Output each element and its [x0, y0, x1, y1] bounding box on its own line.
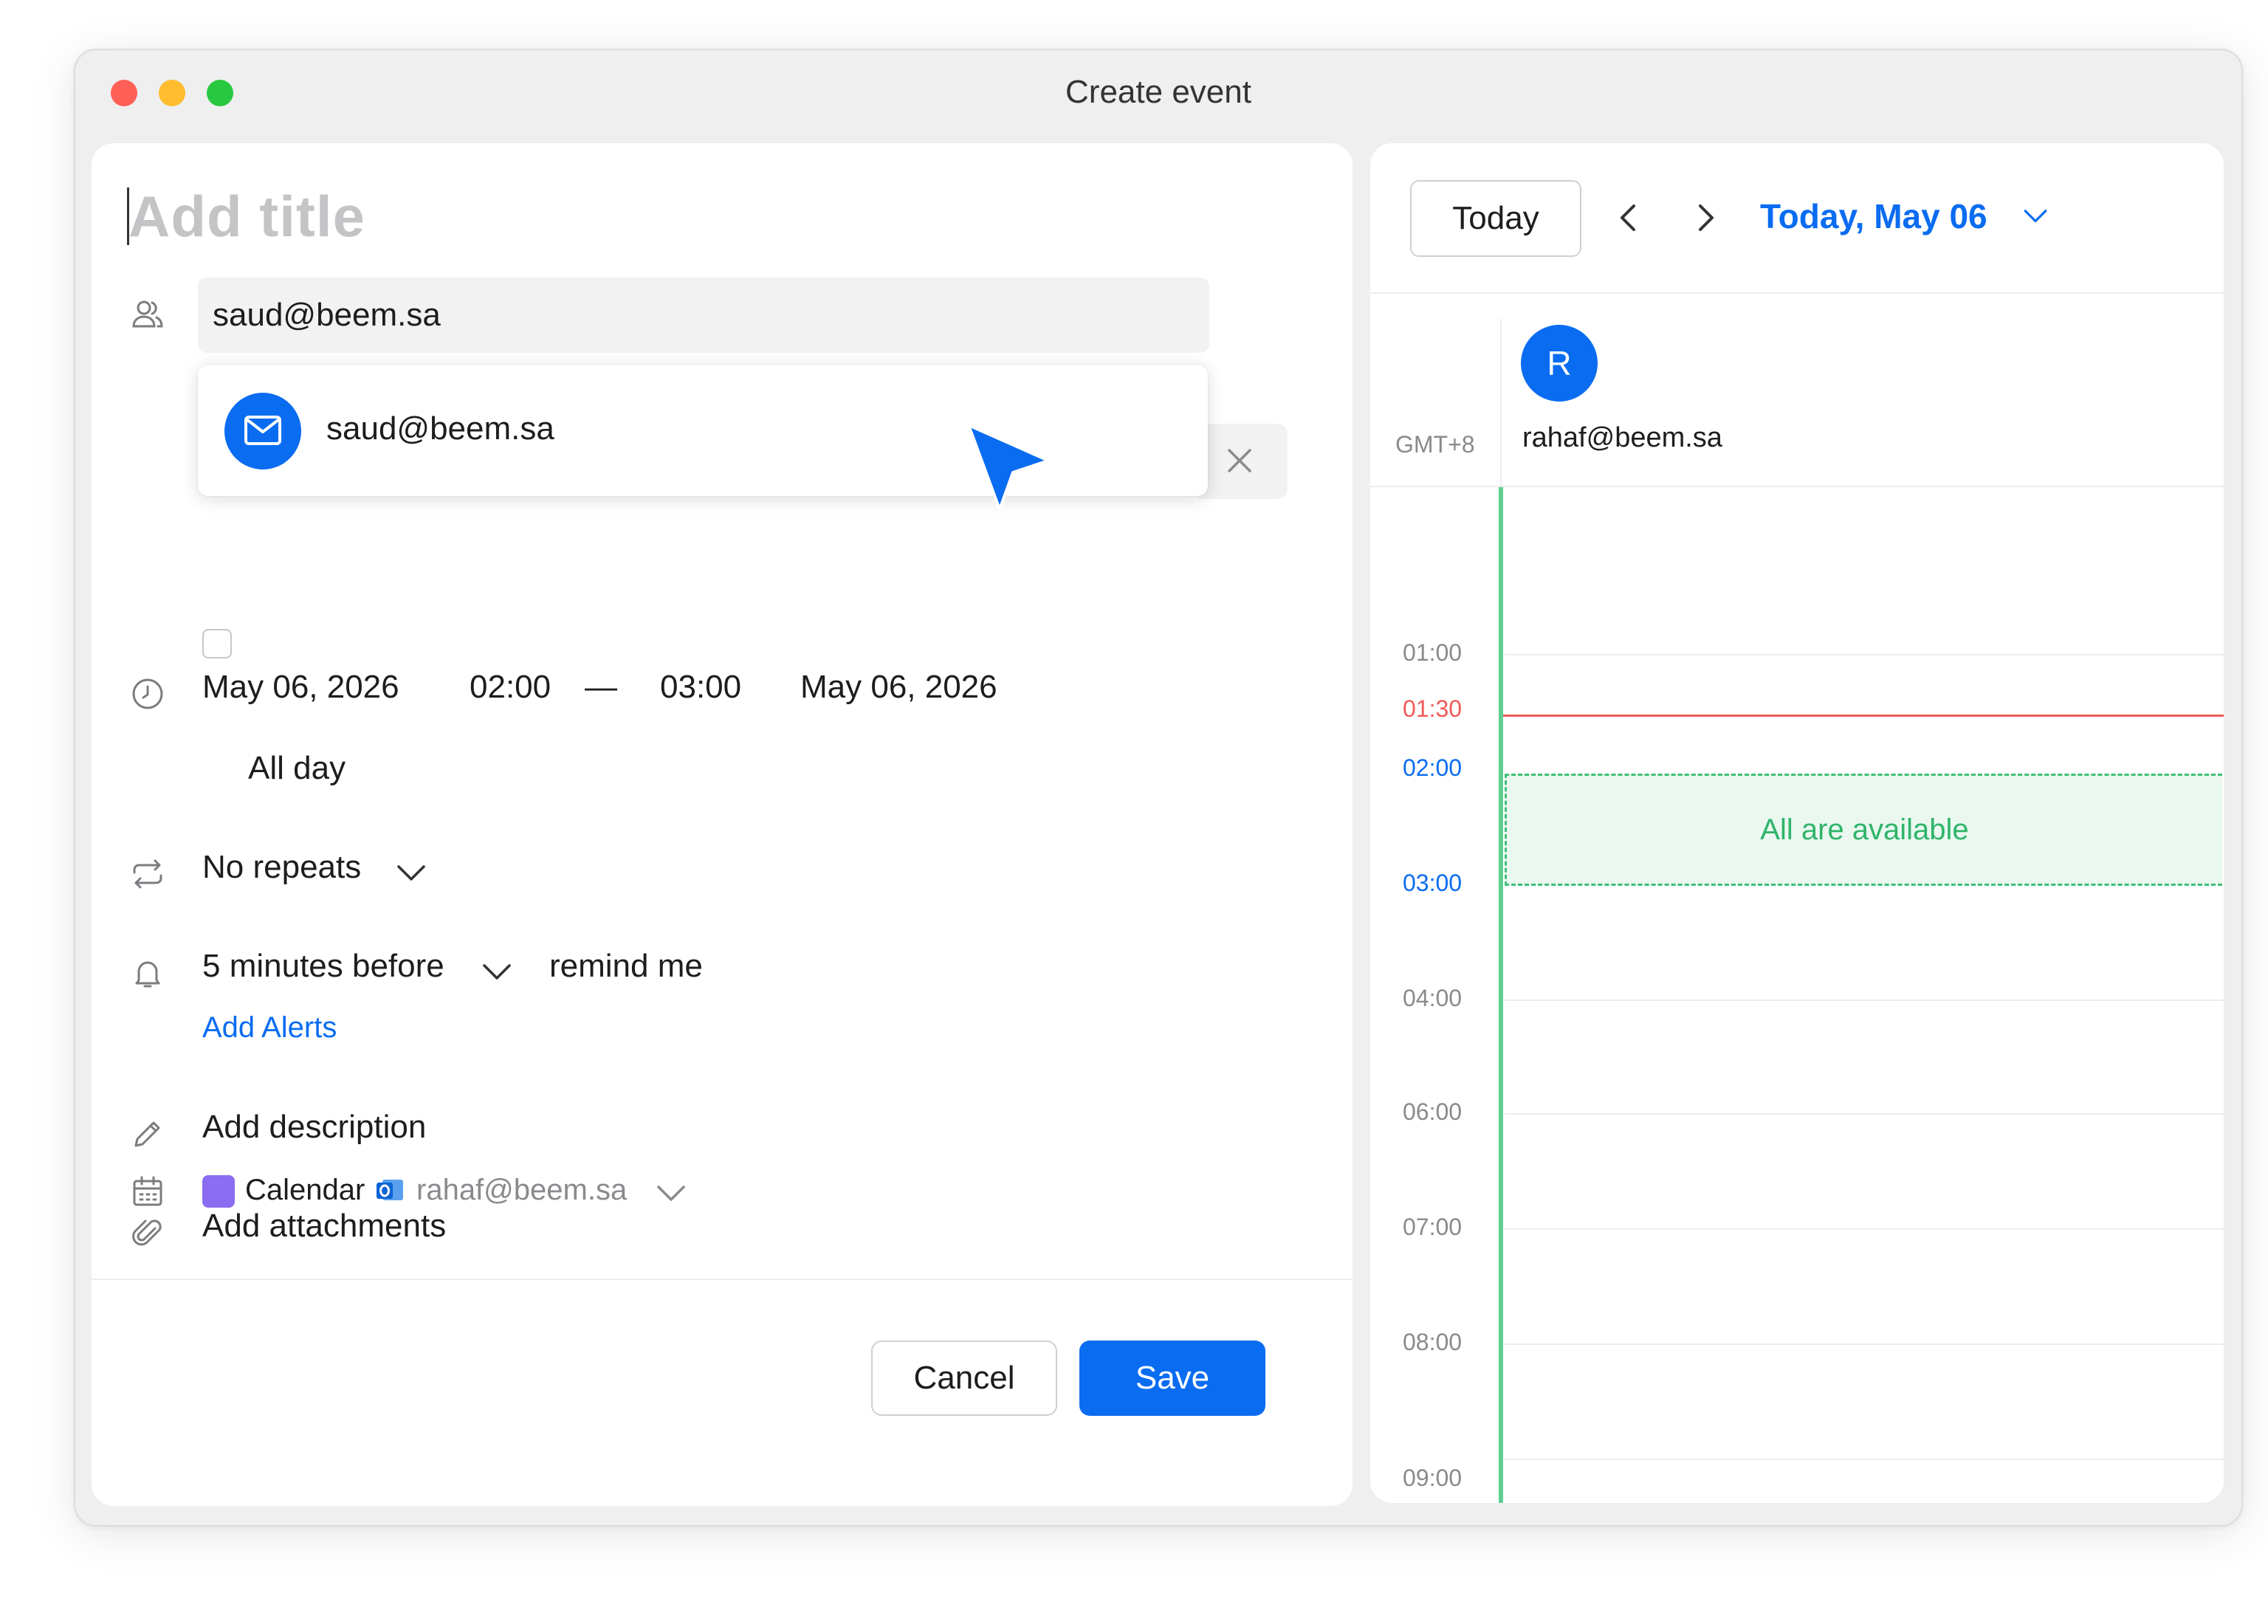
reminder-suffix: remind me — [549, 948, 703, 984]
hour-gridline — [1505, 654, 2224, 656]
end-date[interactable]: May 06, 2026 — [800, 669, 997, 706]
calendar-icon — [130, 1174, 165, 1209]
window-title: Create event — [1065, 74, 1251, 110]
attendee-suggestion[interactable]: saud@beem.sa — [198, 365, 1208, 496]
calendar-name[interactable]: Calendar — [245, 1174, 365, 1207]
chevron-down-icon[interactable] — [2023, 207, 2048, 226]
outlook-icon — [377, 1180, 403, 1200]
hour-gridline — [1505, 1228, 2224, 1230]
chevron-down-icon[interactable] — [656, 1183, 687, 1205]
people-icon — [130, 297, 165, 332]
repeat-dropdown[interactable]: No repeats — [202, 849, 361, 886]
footer-divider — [92, 1279, 1353, 1280]
close-icon[interactable] — [1217, 438, 1262, 483]
hour-label: 03:00 — [1403, 870, 1463, 896]
current-time-line — [1503, 715, 2224, 717]
save-button[interactable]: Save — [1079, 1341, 1265, 1416]
header-divider — [1370, 292, 2224, 294]
cancel-button[interactable]: Cancel — [871, 1341, 1057, 1416]
timezone-label: GMT+8 — [1395, 431, 1475, 458]
schedule-panel: Today Today, May 06 R GMT+8 rahaf@beem.s… — [1370, 143, 2224, 1503]
current-time-label: 01:30 — [1403, 695, 1463, 722]
create-event-window: Create event Add title saud@beem.sa saud… — [74, 49, 2243, 1527]
add-attachments[interactable]: Add attachments — [202, 1208, 446, 1245]
hour-gridline — [1505, 1459, 2224, 1460]
add-description[interactable]: Add description — [202, 1109, 426, 1146]
hour-label: 07:00 — [1403, 1214, 1463, 1240]
pencil-icon — [130, 1116, 165, 1152]
attendee-input[interactable]: saud@beem.sa — [198, 278, 1209, 353]
hour-label: 01:00 — [1403, 639, 1463, 666]
add-alerts-link[interactable]: Add Alerts — [202, 1011, 337, 1045]
suggestion-email: saud@beem.sa — [326, 410, 554, 447]
end-time[interactable]: 03:00 — [660, 669, 741, 706]
hour-gridline — [1505, 999, 2224, 1001]
event-form-panel: Add title saud@beem.sa saud@beem.sa May … — [92, 143, 1353, 1506]
calendar-color-swatch — [202, 1175, 235, 1208]
hour-gridline — [1505, 1113, 2224, 1115]
start-time[interactable]: 02:00 — [470, 669, 551, 706]
today-button[interactable]: Today — [1410, 180, 1581, 257]
hour-label: 06:00 — [1403, 1098, 1463, 1125]
hour-label: 04:00 — [1403, 985, 1463, 1011]
pointer-cursor-icon — [967, 424, 1050, 509]
chevron-down-icon[interactable] — [481, 961, 512, 983]
column-separator — [1500, 319, 1502, 487]
clock-icon — [130, 676, 165, 712]
mail-icon — [224, 393, 301, 469]
availability-slot[interactable]: All are available — [1505, 774, 2222, 886]
hour-label: 08:00 — [1403, 1329, 1463, 1355]
paperclip-icon — [130, 1215, 165, 1250]
calendar-account: rahaf@beem.sa — [416, 1174, 628, 1206]
chevron-right-icon[interactable] — [1686, 199, 1723, 236]
all-day-checkbox[interactable] — [202, 629, 232, 658]
date-picker-title[interactable]: Today, May 06 — [1760, 196, 1987, 236]
all-day-label: All day — [248, 750, 346, 786]
attendee-column-name: rahaf@beem.sa — [1522, 422, 1722, 453]
start-date[interactable]: May 06, 2026 — [202, 669, 399, 706]
title-input[interactable]: Add title — [128, 183, 365, 250]
repeat-icon — [130, 856, 165, 892]
hour-label: 09:00 — [1403, 1465, 1463, 1491]
timeline-bar — [1499, 487, 1503, 1503]
time-separator: — — [585, 669, 617, 705]
reminder-dropdown[interactable]: 5 minutes before — [202, 948, 444, 985]
chevron-down-icon[interactable] — [396, 862, 427, 884]
chevron-left-icon[interactable] — [1611, 199, 1648, 236]
avatar: R — [1521, 325, 1598, 402]
hour-label: 02:00 — [1403, 754, 1463, 781]
bell-icon — [130, 955, 165, 991]
hour-gridline — [1505, 1343, 2224, 1345]
